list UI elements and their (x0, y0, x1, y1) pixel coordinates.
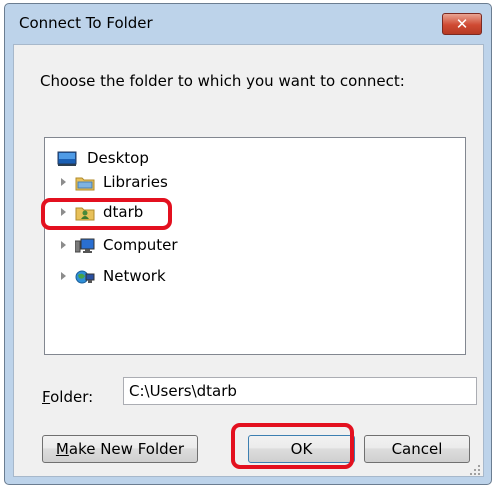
computer-icon (74, 237, 95, 253)
make-new-folder-button[interactable]: Make New Folder (42, 435, 198, 463)
close-icon: ✕ (455, 15, 469, 33)
tree-item-label: Libraries (103, 173, 168, 191)
tree-item-desktop[interactable]: Desktop (45, 146, 465, 170)
resize-grip-icon[interactable] (469, 462, 481, 475)
tree-item-network[interactable]: Network (45, 264, 465, 288)
expand-arrow-icon[interactable] (61, 272, 66, 280)
expand-arrow-icon[interactable] (61, 178, 66, 186)
dialog-title: Connect To Folder (19, 14, 153, 32)
instruction-text: Choose the folder to which you want to c… (40, 72, 405, 90)
network-icon (75, 268, 95, 284)
folder-path-field[interactable] (123, 377, 477, 405)
desktop-icon (57, 150, 77, 166)
dialog-body: Choose the folder to which you want to c… (13, 44, 484, 477)
ok-highlight (231, 423, 354, 469)
close-button[interactable]: ✕ (442, 13, 482, 35)
title-bar[interactable]: Connect To Folder ✕ (5, 4, 491, 44)
folder-label: Folder: (42, 388, 94, 406)
tree-item-label: Desktop (87, 149, 149, 167)
dtarb-highlight (41, 198, 172, 230)
cancel-button[interactable]: Cancel (364, 435, 470, 463)
tree-item-computer[interactable]: Computer (45, 233, 465, 257)
connect-to-folder-dialog: Connect To Folder ✕ Choose the folder to… (4, 3, 492, 485)
tree-item-label: Network (103, 267, 166, 285)
libraries-icon (75, 174, 95, 191)
tree-item-label: Computer (103, 236, 178, 254)
folder-tree[interactable]: Desktop Libraries dtarb Computer Network (44, 137, 466, 355)
tree-item-libraries[interactable]: Libraries (45, 170, 465, 194)
expand-arrow-icon[interactable] (61, 241, 66, 249)
